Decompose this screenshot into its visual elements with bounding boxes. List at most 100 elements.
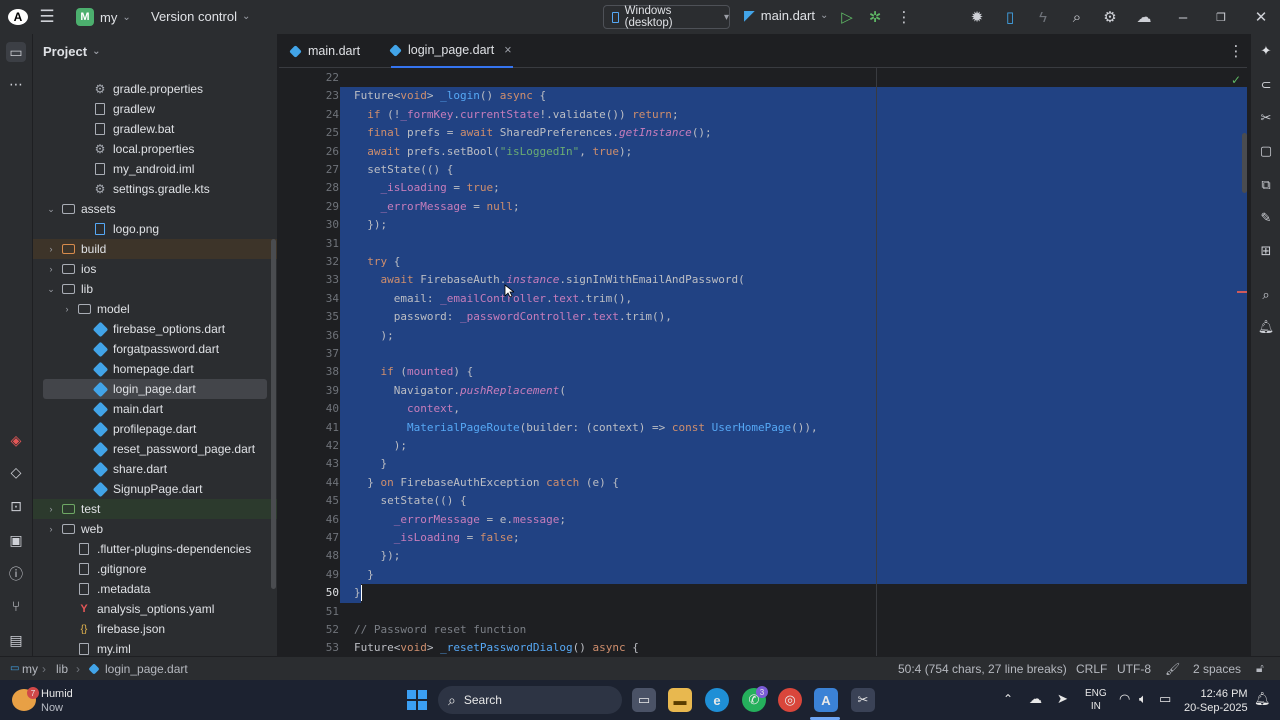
weather-title[interactable]: Humid (41, 688, 73, 700)
code-line[interactable]: Future<void> _login() async { (354, 87, 546, 105)
run-icon[interactable]: ▷ (838, 8, 856, 26)
chevron-right-icon[interactable]: › (45, 504, 57, 514)
code-line[interactable]: MaterialPageRoute(builder: (context) => … (354, 419, 818, 437)
code-line[interactable]: }); (354, 216, 387, 234)
project-switcher[interactable]: M my ⌄ (76, 8, 131, 26)
flutter-tool-icon[interactable]: ◈ (6, 430, 26, 450)
tree-item[interactable]: Yanalysis_options.yaml (33, 599, 277, 619)
code-line[interactable]: final prefs = await SharedPreferences.ge… (354, 124, 711, 142)
chevron-right-icon[interactable]: › (45, 244, 57, 254)
android-studio-icon[interactable]: A (814, 688, 838, 712)
chevron-right-icon[interactable]: › (45, 524, 57, 534)
tree-item[interactable]: my_android.iml (33, 159, 277, 179)
project-tool-icon[interactable]: ▭ (6, 42, 26, 62)
chevron-right-icon[interactable]: › (45, 264, 57, 274)
tree-item[interactable]: homepage.dart (33, 359, 277, 379)
code-line[interactable]: }); (354, 547, 400, 565)
chevron-down-icon[interactable]: ⌄ (45, 284, 57, 295)
clock[interactable]: 12:46 PM 20-Sep-2025 (1184, 687, 1248, 715)
error-stripe-mark[interactable] (1237, 291, 1247, 293)
file-explorer-icon[interactable]: ▬ (668, 688, 692, 712)
account-icon[interactable]: ☁ (1135, 8, 1153, 26)
notification-center-icon[interactable]: 🔔︎ (1254, 691, 1271, 707)
flutter-inspector-icon[interactable]: ✹ (968, 8, 986, 26)
volume-icon[interactable]: 🔈︎ (1139, 691, 1147, 707)
gemini-tool-icon[interactable]: ◇ (6, 462, 26, 482)
more-tools-icon[interactable]: ⋯ (6, 74, 26, 94)
main-menu-icon[interactable]: ☰ (38, 7, 56, 26)
tab-options-icon[interactable]: ⋮ (1227, 42, 1245, 60)
device-manager-icon[interactable]: ▯ (1001, 8, 1019, 26)
code-line[interactable]: Navigator.pushReplacement( (354, 382, 566, 400)
search-icon[interactable]: ⌕ (1068, 8, 1086, 26)
device-mirroring-icon[interactable]: ✂ (1257, 109, 1275, 127)
tab-main-dart[interactable]: main.dart (289, 34, 360, 68)
terminal-icon[interactable]: ▣ (6, 530, 26, 550)
tree-scrollbar[interactable] (271, 239, 276, 589)
tree-item[interactable]: gradlew.bat (33, 119, 277, 139)
code-line[interactable]: ); (354, 437, 407, 455)
hot-reload-icon[interactable]: ϟ (1034, 8, 1052, 26)
tree-item[interactable]: my.iml (33, 639, 277, 656)
tree-item[interactable]: › model (33, 299, 277, 319)
app-logo-icon[interactable]: A (8, 9, 28, 25)
start-menu-icon[interactable] (407, 690, 427, 710)
snipping-tool-icon[interactable]: ✂ (851, 688, 875, 712)
code-line[interactable]: } (354, 566, 374, 584)
tree-item[interactable]: › build (33, 239, 277, 259)
breadcrumb-project[interactable]: my (22, 662, 38, 676)
code-line[interactable]: email: _emailController.text.trim(), (354, 290, 632, 308)
code-line[interactable]: _isLoading = false; (354, 529, 520, 547)
problems-icon[interactable]: ⓘ (6, 564, 26, 584)
editor-scrollbar[interactable] (1242, 133, 1247, 193)
running-devices-icon[interactable]: ▢ (1257, 142, 1275, 160)
tray-overflow-icon[interactable]: ⌃ (1003, 692, 1013, 706)
language-indicator[interactable]: ENG IN (1085, 687, 1107, 713)
tree-item[interactable]: .metadata (33, 579, 277, 599)
breadcrumb-lib[interactable]: lib (56, 662, 68, 676)
tree-item[interactable]: ⌄ lib (33, 279, 277, 299)
onedrive-icon[interactable]: ☁ (1029, 691, 1042, 707)
code-line[interactable]: setState(() { (354, 492, 466, 510)
code-line[interactable]: } (354, 455, 387, 473)
code-line[interactable]: password: _passwordController.text.trim(… (354, 308, 672, 326)
find-icon[interactable]: ⌕ (1257, 286, 1275, 304)
vcs-menu[interactable]: Version control ⌄ (151, 9, 250, 24)
tree-item[interactable]: .gitignore (33, 559, 277, 579)
tree-item[interactable]: forgatpassword.dart (33, 339, 277, 359)
code-line[interactable]: // Password reset function (354, 621, 526, 639)
chrome-icon[interactable]: ◎ (778, 688, 802, 712)
indent-setting[interactable]: 2 spaces (1193, 662, 1241, 676)
tree-item[interactable]: › ios (33, 259, 277, 279)
code-line[interactable]: if (mounted) { (354, 363, 474, 381)
minimize-icon[interactable]: – (1174, 8, 1192, 26)
tree-item[interactable]: SignupPage.dart (33, 479, 277, 499)
read-only-toggle-icon[interactable]: 🔓︎ (1256, 661, 1264, 676)
settings-icon[interactable]: ⚙ (1101, 8, 1119, 26)
tree-item[interactable]: › web (33, 519, 277, 539)
chevron-down-icon[interactable]: ⌄ (45, 204, 57, 215)
tree-item[interactable]: ⌄ assets (33, 199, 277, 219)
code-line[interactable]: _errorMessage = null; (354, 198, 520, 216)
code-line[interactable]: } on FirebaseAuthException catch (e) { (354, 474, 619, 492)
notifications-icon[interactable]: 🔔︎ (1257, 318, 1275, 336)
code-editor[interactable]: 22 23 24 25 26 27 28 29 30 31 32 33 34 35 36 37 38 39 40 41… (279, 68, 1247, 656)
services-icon[interactable]: ▤ (6, 630, 26, 650)
code-line[interactable]: if (!_formKey.currentState!.validate()) … (354, 106, 678, 124)
tree-item[interactable]: ⚙ local.properties (33, 139, 277, 159)
code-line[interactable]: Future<void> _resetPasswordDialog() asyn… (354, 639, 639, 656)
battery-icon[interactable]: ▭ (1159, 691, 1171, 707)
tree-item[interactable]: › test (33, 499, 277, 519)
device-selector[interactable]: Windows (desktop) ▾ (603, 5, 730, 29)
close-tab-icon[interactable]: × (504, 43, 511, 57)
code-line[interactable]: context, (354, 400, 460, 418)
taskbar-search[interactable]: ⌕ Search (438, 686, 622, 714)
code-line[interactable]: } (354, 584, 361, 602)
location-icon[interactable]: ➤ (1057, 691, 1068, 707)
tree-item[interactable]: ⚙ gradle.properties (33, 79, 277, 99)
code-line[interactable]: _isLoading = true; (354, 179, 500, 197)
file-encoding[interactable]: UTF-8 (1117, 662, 1151, 676)
tree-item[interactable]: reset_password_page.dart (33, 439, 277, 459)
tree-item[interactable]: gradlew (33, 99, 277, 119)
tree-item[interactable]: firebase_options.dart (33, 319, 277, 339)
